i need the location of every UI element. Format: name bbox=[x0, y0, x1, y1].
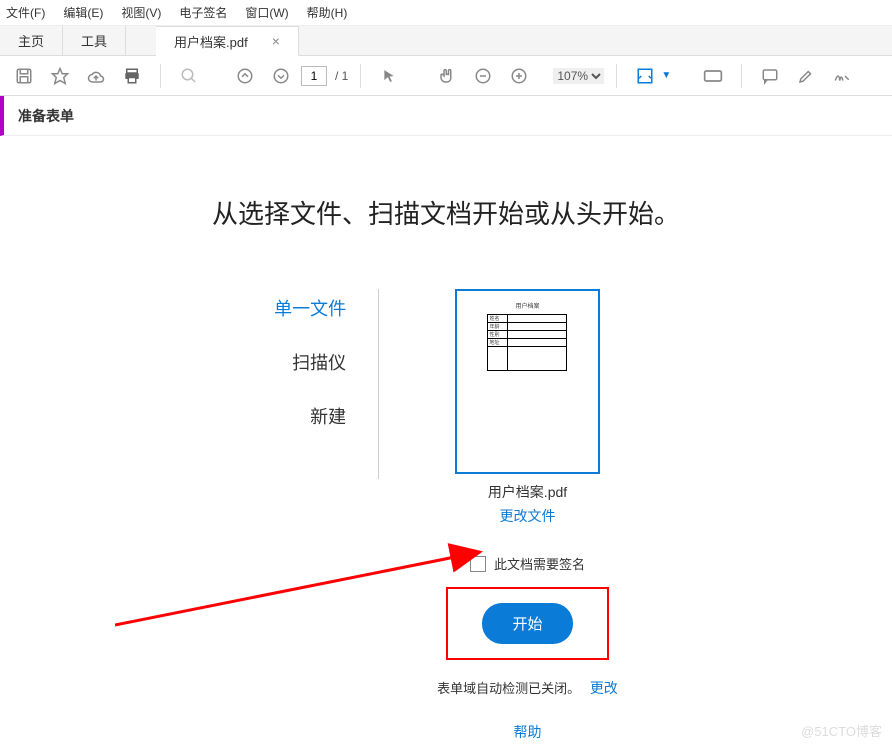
tab-bar: 主页 工具 用户档案.pdf × bbox=[0, 26, 892, 56]
page-down-icon[interactable] bbox=[271, 66, 291, 86]
search-icon[interactable] bbox=[179, 66, 199, 86]
help-link[interactable]: 帮助 bbox=[513, 722, 541, 742]
keyboard-icon[interactable] bbox=[703, 66, 723, 86]
option-scanner[interactable]: 扫描仪 bbox=[292, 349, 346, 375]
menu-file[interactable]: 文件(F) bbox=[6, 4, 45, 21]
chevron-down-icon[interactable]: ▼ bbox=[661, 70, 671, 81]
cloud-icon[interactable] bbox=[86, 66, 106, 86]
pointer-icon[interactable] bbox=[379, 66, 399, 86]
zoom-out-icon[interactable] bbox=[473, 66, 493, 86]
menu-bar: 文件(F) 编辑(E) 视图(V) 电子签名 窗口(W) 帮助(H) bbox=[0, 0, 892, 26]
zoom-select[interactable]: 107% bbox=[553, 68, 604, 84]
menu-edit[interactable]: 编辑(E) bbox=[63, 4, 103, 21]
preview-file-name: 用户档案.pdf bbox=[488, 482, 567, 502]
option-single-file[interactable]: 单一文件 bbox=[274, 295, 346, 321]
separator bbox=[160, 64, 161, 88]
option-new[interactable]: 新建 bbox=[310, 403, 346, 429]
tab-tools[interactable]: 工具 bbox=[63, 26, 126, 55]
separator bbox=[616, 64, 617, 88]
signature-label: 此文档需要签名 bbox=[494, 554, 585, 573]
menu-esign[interactable]: 电子签名 bbox=[179, 4, 227, 21]
zoom-in-icon[interactable] bbox=[509, 66, 529, 86]
watermark: @51CTO博客 bbox=[801, 721, 882, 740]
tab-document-label: 用户档案.pdf bbox=[174, 32, 248, 51]
separator bbox=[741, 64, 742, 88]
comment-icon[interactable] bbox=[760, 66, 780, 86]
fit-width-icon[interactable] bbox=[635, 66, 655, 86]
autodetect-status: 表单域自动检测已关闭。 bbox=[437, 681, 580, 696]
source-options: 单一文件 扫描仪 新建 bbox=[274, 289, 378, 742]
page-up-icon[interactable] bbox=[235, 66, 255, 86]
signature-icon[interactable] bbox=[832, 66, 852, 86]
autodetect-change-link[interactable]: 更改 bbox=[590, 680, 618, 696]
start-button[interactable]: 开始 bbox=[482, 603, 572, 644]
page-total: / 1 bbox=[335, 69, 348, 83]
tab-document[interactable]: 用户档案.pdf × bbox=[156, 26, 299, 56]
tab-home[interactable]: 主页 bbox=[0, 26, 63, 55]
menu-view[interactable]: 视图(V) bbox=[121, 4, 161, 21]
save-icon[interactable] bbox=[14, 66, 34, 86]
subheader-title: 准备表单 bbox=[0, 96, 892, 136]
toolbar: / 1 107% ▼ bbox=[0, 56, 892, 96]
page-heading: 从选择文件、扫描文档开始或从头开始。 bbox=[0, 194, 892, 231]
preview-inner-title: 用户档案 bbox=[467, 301, 588, 310]
highlight-icon[interactable] bbox=[796, 66, 816, 86]
menu-help[interactable]: 帮助(H) bbox=[307, 4, 348, 21]
main-content: 从选择文件、扫描文档开始或从头开始。 单一文件 扫描仪 新建 用户档案 姓名 年… bbox=[0, 140, 892, 748]
print-icon[interactable] bbox=[122, 66, 142, 86]
page-number-input[interactable] bbox=[301, 66, 327, 86]
hand-icon[interactable] bbox=[437, 66, 457, 86]
document-preview[interactable]: 用户档案 姓名 年龄 性别 地址 bbox=[455, 289, 600, 474]
separator bbox=[360, 64, 361, 88]
change-file-link[interactable]: 更改文件 bbox=[499, 506, 555, 526]
close-icon[interactable]: × bbox=[272, 34, 280, 48]
start-highlight-box: 开始 bbox=[446, 587, 608, 660]
star-icon[interactable] bbox=[50, 66, 70, 86]
menu-window[interactable]: 窗口(W) bbox=[245, 4, 288, 21]
signature-checkbox[interactable] bbox=[470, 556, 486, 572]
preview-table: 姓名 年龄 性别 地址 bbox=[487, 314, 567, 371]
